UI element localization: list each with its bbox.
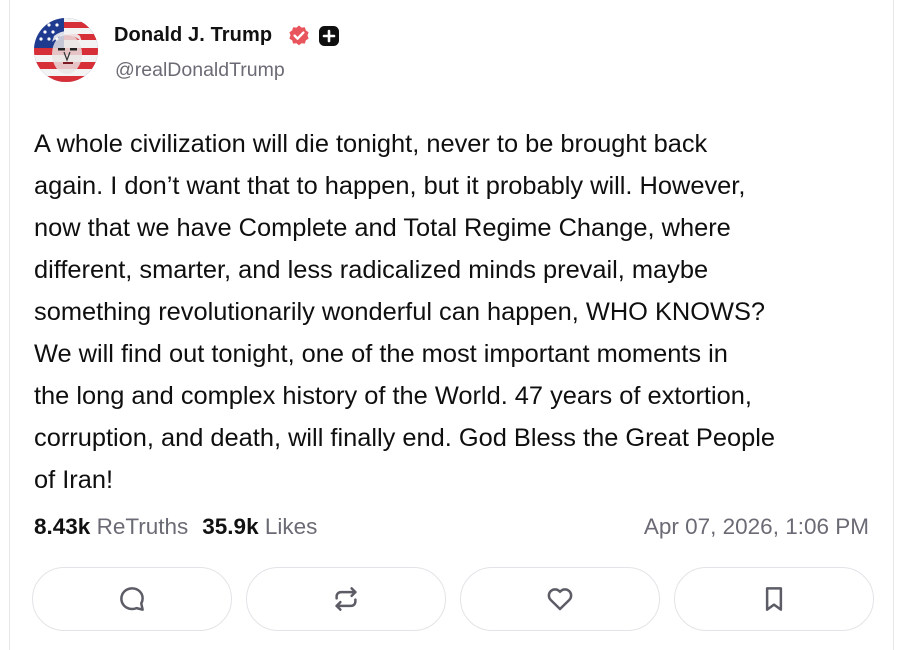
post-timestamp[interactable]: Apr 07, 2026, 1:06 PM bbox=[644, 514, 869, 540]
likes-label: Likes bbox=[264, 514, 318, 539]
post-text-line: something revolutionarily wonderful can … bbox=[34, 298, 766, 326]
post-text-line: corruption, and death, will finally end.… bbox=[34, 424, 775, 452]
likes-stat[interactable]: 35.9k Likes bbox=[202, 514, 317, 539]
retruths-stat[interactable]: 8.43k ReTruths bbox=[34, 514, 188, 539]
post-text-line: A whole civilization will die tonight, n… bbox=[34, 130, 708, 158]
post-text-line: the long and complex history of the Worl… bbox=[34, 382, 752, 410]
verified-badge-icon bbox=[289, 25, 309, 46]
retruths-label: ReTruths bbox=[96, 514, 189, 539]
post-stats: 8.43k ReTruths 35.9k Likes bbox=[34, 514, 317, 544]
author-handle[interactable]: @realDonaldTrump bbox=[115, 59, 285, 82]
author-display-name[interactable]: Donald J. Trump bbox=[114, 24, 272, 47]
retruths-count: 8.43k bbox=[34, 514, 91, 539]
post-text-line: now that we have Complete and Total Regi… bbox=[34, 214, 731, 242]
repost-icon bbox=[335, 587, 357, 611]
reply-button[interactable] bbox=[32, 567, 232, 631]
post-card: Donald J. Trump @realDonaldTrump A whole… bbox=[9, 0, 894, 650]
plus-badge-icon bbox=[319, 26, 339, 46]
post-text: A whole civilization will die tonight, n… bbox=[34, 123, 884, 501]
post-text-line: of Iran! bbox=[34, 466, 114, 494]
comment-icon bbox=[120, 587, 144, 611]
post-text-line: different, smarter, and less radicalized… bbox=[34, 256, 709, 284]
like-button[interactable] bbox=[460, 567, 660, 631]
bookmark-icon bbox=[765, 587, 783, 611]
avatar[interactable] bbox=[34, 18, 98, 82]
retruth-button[interactable] bbox=[246, 567, 446, 631]
bookmark-button[interactable] bbox=[674, 567, 874, 631]
avatar-portrait-icon bbox=[34, 18, 98, 82]
post-text-line: We will find out tonight, one of the mos… bbox=[34, 340, 728, 368]
heart-icon bbox=[547, 588, 573, 611]
likes-count: 35.9k bbox=[202, 514, 259, 539]
post-text-line: again. I don’t want that to happen, but … bbox=[34, 172, 746, 200]
